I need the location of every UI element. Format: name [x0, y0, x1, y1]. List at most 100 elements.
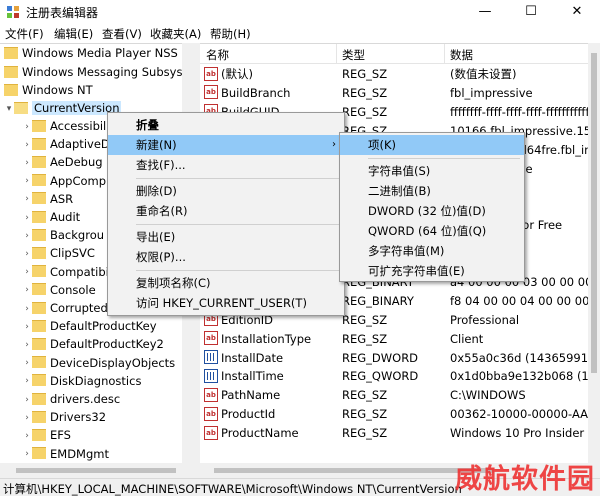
chevron-right-icon[interactable]: ›: [22, 300, 32, 318]
maximize-button[interactable]: ☐: [508, 0, 554, 24]
chevron-right-icon[interactable]: ›: [22, 136, 32, 154]
tree-item[interactable]: Windows Media Player NSS: [4, 44, 178, 62]
menu-item-label: 查找(F)...: [136, 158, 186, 172]
tree-item[interactable]: › DeviceDisplayObjects: [22, 354, 175, 372]
tree-item[interactable]: › AeDebug: [22, 153, 103, 172]
chevron-right-icon[interactable]: ›: [22, 427, 32, 445]
column-header-type[interactable]: 类型: [342, 47, 365, 63]
tree-item[interactable]: › AppComp: [22, 172, 106, 190]
tree-item[interactable]: › Corrupted: [22, 299, 108, 317]
context-menu-export-item[interactable]: 导出(E): [108, 227, 344, 247]
column-header-name[interactable]: 名称: [206, 47, 229, 63]
chevron-right-icon[interactable]: ›: [22, 263, 32, 281]
tree-item[interactable]: › EMDMgmt: [22, 445, 109, 463]
tree-item-label: AdaptiveD: [50, 137, 110, 152]
folder-icon: [32, 428, 46, 441]
submenu-dword-value[interactable]: DWORD (32 位)值(D): [340, 201, 524, 221]
context-menu-collapse-item[interactable]: 折叠: [108, 115, 344, 135]
context-menu-rename-item[interactable]: 重命名(R): [108, 201, 344, 221]
submenu-key[interactable]: 项(K): [340, 135, 524, 155]
tree-item[interactable]: Windows NT: [4, 81, 93, 99]
tree-item[interactable]: › Drivers32: [22, 408, 106, 426]
chevron-right-icon[interactable]: ›: [22, 172, 32, 190]
string-value-icon: ab: [204, 331, 218, 346]
close-button[interactable]: ✕: [554, 0, 600, 24]
tree-item[interactable]: › drivers.desc: [22, 390, 120, 408]
tree-item[interactable]: › Console: [22, 281, 95, 299]
chevron-right-icon[interactable]: ›: [22, 118, 32, 136]
list-row[interactable]: ab PathName REG_SZ C:\WINDOWS: [200, 386, 588, 405]
column-divider[interactable]: [336, 44, 337, 63]
list-row[interactable]: ab ProductId REG_SZ 00362-10000-00000-AA73: [200, 405, 588, 424]
context-menu-permissions-item[interactable]: 权限(P)...: [108, 247, 344, 267]
context-menu-delete-item[interactable]: 删除(D): [108, 181, 344, 201]
chevron-right-icon[interactable]: ›: [22, 354, 32, 372]
chevron-right-icon[interactable]: ›: [22, 445, 32, 463]
tree-item[interactable]: › Audit: [22, 208, 80, 226]
chevron-right-icon[interactable]: ›: [22, 318, 32, 336]
chevron-down-icon[interactable]: ▾: [4, 100, 14, 118]
column-divider[interactable]: [444, 44, 445, 63]
chevron-right-icon[interactable]: ›: [22, 227, 32, 245]
value-type: REG_SZ: [342, 67, 388, 81]
scroll-thumb[interactable]: [591, 53, 597, 373]
submenu-string-value[interactable]: 字符串值(S): [340, 161, 524, 181]
list-row[interactable]: ab InstallationType REG_SZ Client: [200, 330, 588, 349]
chevron-right-icon[interactable]: ›: [22, 209, 32, 227]
tree-item[interactable]: › DiskDiagnostics: [22, 372, 141, 390]
tree-item-label: AeDebug: [50, 155, 103, 170]
tree-item[interactable]: › AdaptiveD: [22, 135, 110, 153]
tree-item[interactable]: › EFS: [22, 426, 71, 444]
menu-favorites[interactable]: 收藏夹(A): [150, 26, 201, 42]
tree-item[interactable]: › DefaultProductKey2: [22, 335, 164, 353]
scroll-thumb[interactable]: [16, 468, 176, 473]
list-row[interactable]: ab (默认) REG_SZ (数值未设置): [200, 65, 588, 84]
tree-item[interactable]: › Accessibili: [22, 117, 109, 135]
chevron-right-icon[interactable]: ›: [22, 281, 32, 299]
context-menu-find-item[interactable]: 查找(F)...: [108, 155, 344, 175]
watermark-text: 威航软件园: [455, 464, 595, 495]
list-row[interactable]: InstallTime REG_QWORD 0x1d0bba9e132b068 (1…: [200, 367, 588, 386]
folder-icon: [32, 155, 46, 168]
context-menu-new-item[interactable]: 新建(N) ›: [108, 135, 344, 155]
context-menu-goto-hkcu-item[interactable]: 访问 HKEY_CURRENT_USER(T): [108, 293, 344, 313]
chevron-right-icon[interactable]: ›: [22, 154, 32, 172]
context-menu-copy-key-name-item[interactable]: 复制项名称(C): [108, 273, 344, 293]
chevron-right-icon[interactable]: ›: [22, 391, 32, 409]
menu-file[interactable]: 文件(F): [5, 26, 44, 42]
list-row[interactable]: ab BuildBranch REG_SZ fbl_impressive: [200, 84, 588, 103]
value-name: PathName: [221, 388, 281, 403]
menu-edit[interactable]: 编辑(E): [54, 26, 93, 42]
folder-open-icon: [14, 101, 28, 114]
tree-item[interactable]: › Backgrou: [22, 226, 104, 244]
menu-view[interactable]: 查看(V): [102, 26, 142, 42]
tree-item[interactable]: › ASR: [22, 190, 73, 208]
folder-icon: [32, 301, 46, 314]
column-header-data[interactable]: 数据: [450, 47, 473, 63]
tree-item-current-version[interactable]: ▾ CurrentVersion: [4, 99, 122, 118]
list-vertical-scrollbar[interactable]: [588, 43, 600, 478]
tree-horizontal-scrollbar[interactable]: [0, 463, 196, 478]
tree-item[interactable]: › ClipSVC: [22, 244, 95, 262]
chevron-right-icon[interactable]: ›: [22, 245, 32, 263]
registry-editor-window: 注册表编辑器 — ☐ ✕ 文件(F) 编辑(E) 查看(V) 收藏夹(A) 帮助…: [0, 0, 600, 496]
value-data: 0x1d0bba9e132b068 (130: [450, 369, 588, 384]
tree-item[interactable]: › Compatibi: [22, 263, 109, 281]
submenu-binary-value[interactable]: 二进制值(B): [340, 181, 524, 201]
tree-item[interactable]: › DefaultProductKey: [22, 317, 156, 336]
submenu-expandable-string-value[interactable]: 可扩充字符串值(E): [340, 261, 524, 281]
submenu-multi-string-value[interactable]: 多字符串值(M): [340, 241, 524, 261]
tree-item[interactable]: Windows Messaging Subsyste: [4, 63, 194, 81]
chevron-right-icon[interactable]: ›: [22, 372, 32, 390]
chevron-right-icon[interactable]: ›: [22, 409, 32, 427]
value-data: f8 04 00 00 04 00 00 00 30: [450, 293, 588, 308]
list-row[interactable]: InstallDate REG_DWORD 0x55a0c36d (14365991…: [200, 349, 588, 368]
submenu-qword-value[interactable]: QWORD (64 位)值(Q): [340, 221, 524, 241]
string-value-icon: ab: [204, 66, 218, 81]
scroll-thumb[interactable]: [214, 468, 494, 473]
minimize-button[interactable]: —: [462, 0, 508, 24]
list-row[interactable]: ab ProductName REG_SZ Windows 10 Pro Inside…: [200, 424, 588, 443]
chevron-right-icon[interactable]: ›: [22, 336, 32, 354]
chevron-right-icon[interactable]: ›: [22, 190, 32, 208]
menu-help[interactable]: 帮助(H): [210, 26, 251, 42]
